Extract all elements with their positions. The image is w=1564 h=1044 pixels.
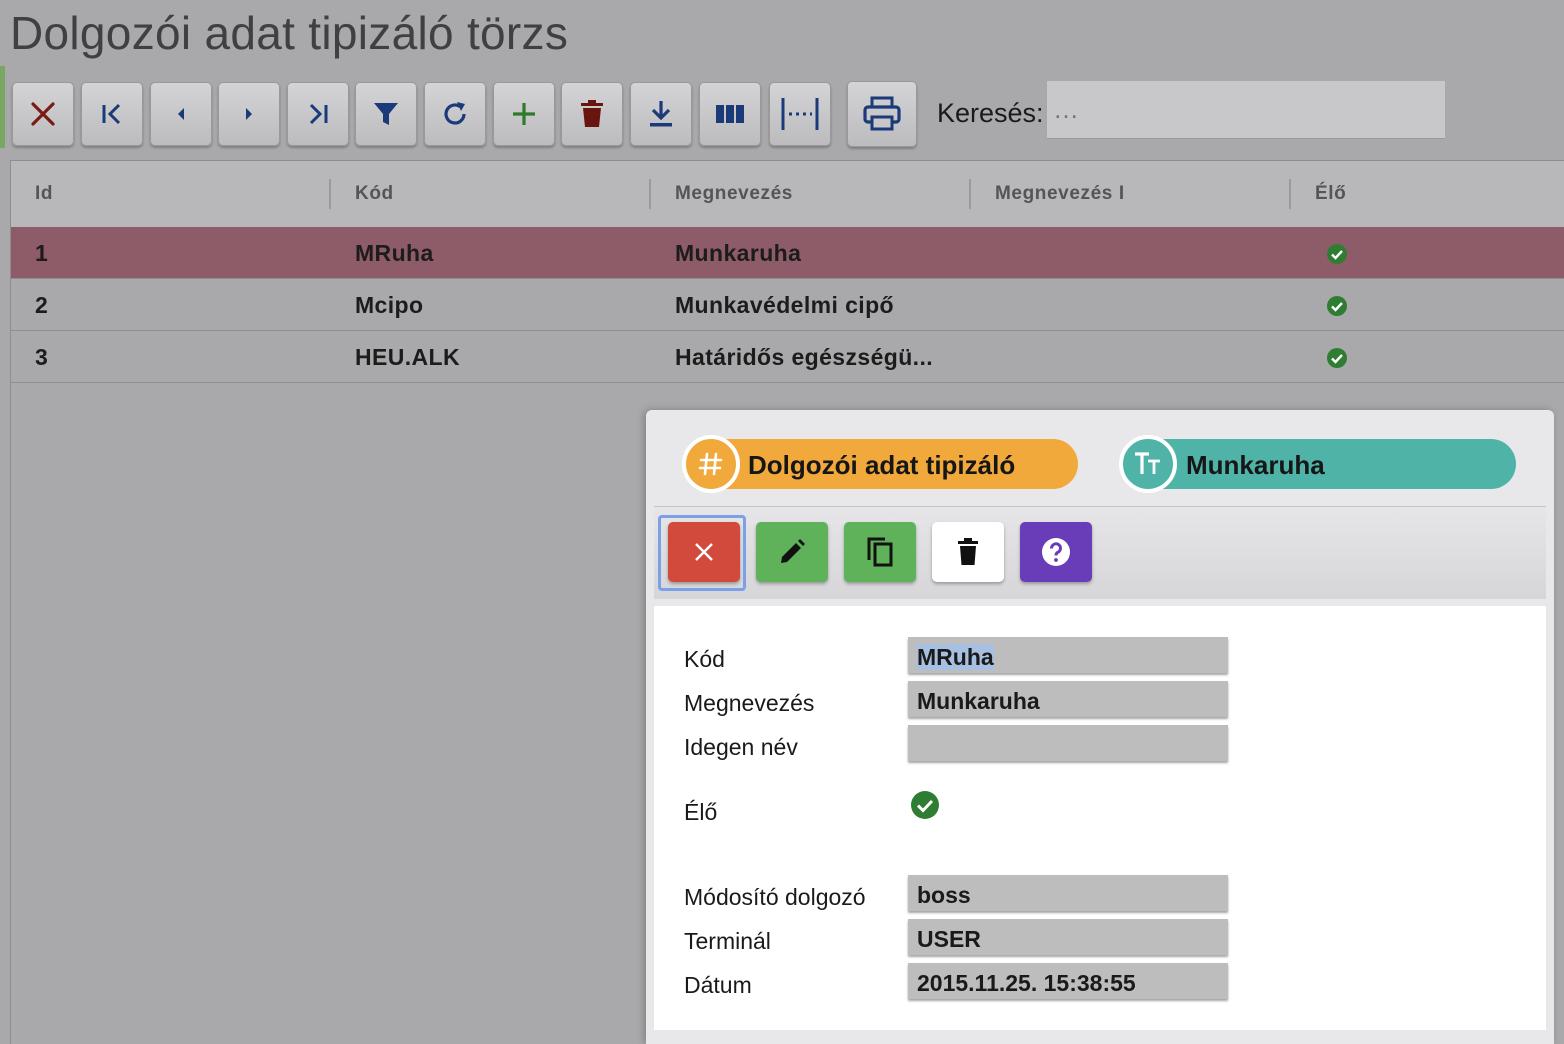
dialog-edit-button[interactable]	[756, 522, 828, 582]
table-row[interactable]: 3 HEU.ALK Határidős egészségü...	[11, 331, 1564, 383]
check-circle-icon	[1327, 348, 1347, 368]
last-record-button[interactable]	[287, 82, 349, 146]
first-record-icon	[102, 103, 121, 125]
idegen-nev-field[interactable]	[908, 725, 1228, 761]
column-header-elo[interactable]: Élő	[1315, 183, 1346, 205]
search-input[interactable]	[1047, 81, 1445, 139]
column-header-megnevezes-i[interactable]: Megnevezés I	[995, 183, 1125, 205]
record-name-text: Munkaruha	[1186, 450, 1325, 480]
print-button[interactable]	[847, 81, 917, 147]
previous-record-button[interactable]	[150, 82, 212, 146]
delete-icon	[581, 100, 603, 127]
left-accent-bar	[0, 66, 5, 148]
download-button[interactable]	[630, 82, 692, 146]
add-icon	[513, 103, 535, 125]
cell-id: 2	[35, 292, 49, 318]
table-row[interactable]: 2 Mcipo Munkavédelmi cipő	[11, 279, 1564, 331]
close-icon	[31, 102, 55, 126]
close-button[interactable]	[12, 82, 74, 146]
datum-label: Dátum	[684, 972, 752, 998]
previous-record-icon	[178, 108, 184, 120]
refresh-icon	[444, 102, 466, 125]
idegen-nev-label: Idegen név	[684, 734, 798, 760]
last-record-icon	[309, 103, 328, 125]
column-separator[interactable]	[329, 179, 331, 209]
dialog-close-button[interactable]	[668, 522, 740, 582]
close-icon	[695, 543, 713, 561]
help-icon	[1042, 538, 1070, 566]
check-circle-icon	[911, 791, 939, 819]
terminal-field[interactable]: USER	[908, 919, 1228, 955]
grid-header: Id Kód Megnevezés Megnevezés I Élő	[11, 161, 1564, 228]
kod-value: MRuha	[917, 644, 994, 670]
table-row[interactable]: 1 MRuha Munkaruha	[11, 227, 1564, 279]
column-header-kod[interactable]: Kód	[355, 183, 394, 205]
page-title: Dolgozói adat tipizáló törzs	[10, 7, 569, 59]
filter-icon	[374, 103, 398, 125]
copy-icon	[867, 537, 893, 567]
columns-button[interactable]	[699, 82, 761, 146]
detail-dialog: Dolgozói adat tipizáló Munkaruha Kód MRu…	[646, 410, 1554, 1044]
cell-id: 1	[35, 240, 49, 266]
kod-field[interactable]: MRuha	[908, 637, 1228, 673]
cell-megnevezes: Munkavédelmi cipő	[675, 292, 894, 318]
download-icon	[650, 101, 672, 127]
record-type-pill: Dolgozói adat tipizáló	[682, 435, 1078, 493]
column-separator[interactable]	[649, 179, 651, 209]
elo-label: Élő	[684, 799, 718, 825]
first-record-button[interactable]	[81, 82, 143, 146]
megnevezes-label: Megnevezés	[684, 690, 815, 716]
filter-button[interactable]	[355, 82, 417, 146]
cell-kod: MRuha	[355, 240, 434, 266]
modosito-dolgozo-label: Módosító dolgozó	[684, 884, 866, 910]
text-type-icon	[1119, 435, 1177, 493]
refresh-button[interactable]	[424, 82, 486, 146]
column-header-megnevezes[interactable]: Megnevezés	[675, 183, 793, 205]
delete-button[interactable]	[561, 82, 623, 146]
cell-kod: Mcipo	[355, 292, 424, 318]
add-button[interactable]	[493, 82, 555, 146]
megnevezes-field[interactable]: Munkaruha	[908, 681, 1228, 717]
check-circle-icon	[1327, 296, 1347, 316]
delete-icon	[958, 538, 978, 565]
kod-label: Kód	[684, 646, 725, 672]
columns-icon	[716, 105, 744, 123]
check-circle-icon	[1327, 244, 1347, 264]
dialog-toolbar	[654, 506, 1546, 599]
print-icon	[863, 96, 901, 131]
dialog-copy-button[interactable]	[844, 522, 916, 582]
dialog-help-button[interactable]	[1020, 522, 1092, 582]
column-header-id[interactable]: Id	[35, 183, 53, 205]
datum-field[interactable]: 2015.11.25. 15:38:55	[908, 963, 1228, 999]
cell-kod: HEU.ALK	[355, 344, 461, 370]
cell-megnevezes: Munkaruha	[675, 240, 802, 266]
next-record-button[interactable]	[218, 82, 280, 146]
record-name-pill: Munkaruha	[1119, 435, 1516, 493]
search-label: Keresés:	[937, 98, 1044, 128]
next-record-icon	[246, 108, 252, 120]
cell-id: 3	[35, 344, 49, 370]
dialog-delete-button[interactable]	[932, 522, 1004, 582]
column-separator[interactable]	[969, 179, 971, 209]
terminal-label: Terminál	[684, 928, 771, 954]
column-separator[interactable]	[1289, 179, 1291, 209]
fit-width-icon	[781, 98, 819, 130]
modosito-dolgozo-field[interactable]: boss	[908, 875, 1228, 911]
fit-width-button[interactable]	[769, 82, 831, 146]
edit-icon	[781, 539, 805, 563]
record-type-text: Dolgozói adat tipizáló	[748, 450, 1016, 480]
hash-icon	[682, 435, 740, 493]
dialog-form: Kód MRuha Megnevezés Munkaruha Idegen né…	[654, 606, 1546, 1030]
cell-megnevezes: Határidős egészségü...	[675, 344, 934, 370]
